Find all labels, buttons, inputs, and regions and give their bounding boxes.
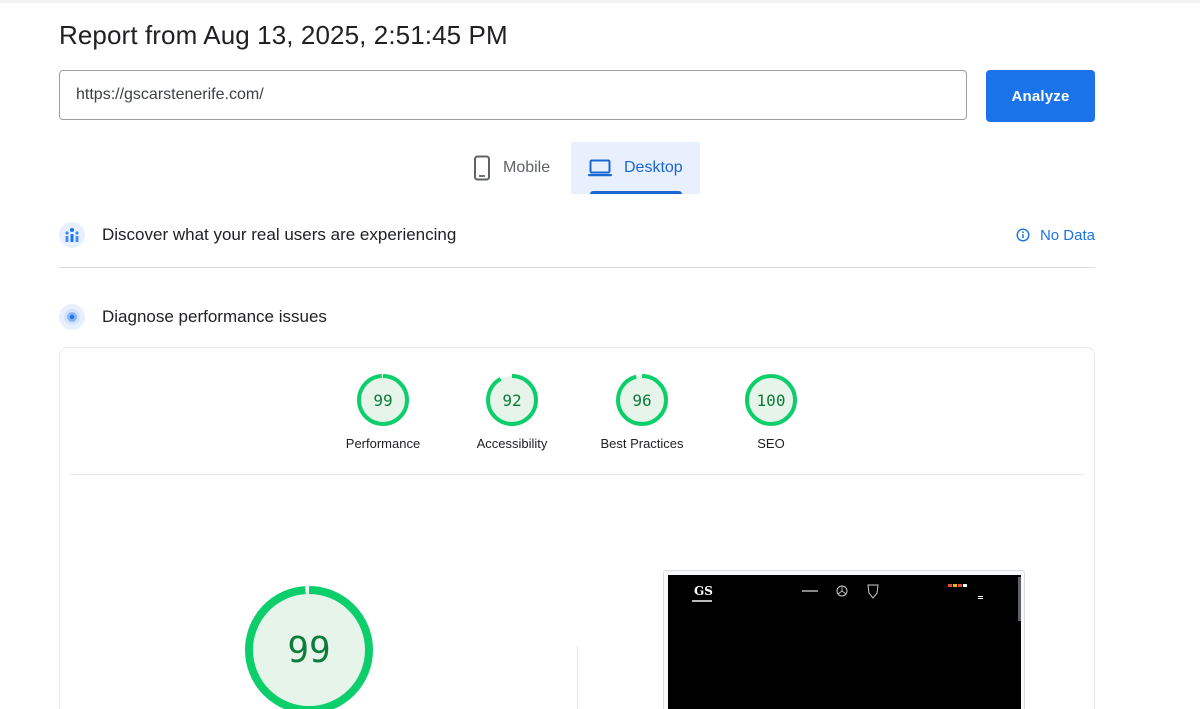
- gauge-ring: 99: [357, 374, 409, 426]
- card-divider: [69, 474, 1085, 475]
- tab-mobile-label: Mobile: [503, 159, 551, 176]
- gauge-label: Accessibility: [476, 436, 548, 451]
- gauge-best-practices[interactable]: 96 Best Practices: [587, 373, 697, 451]
- section-divider: [59, 267, 1095, 268]
- gauge-value: 100: [757, 391, 786, 410]
- laptop-icon: [588, 159, 612, 177]
- vertical-divider: [577, 646, 578, 709]
- users-chart-icon: [59, 222, 85, 248]
- gauge-label: SEO: [757, 436, 785, 451]
- device-tabs: Mobile Desktop: [455, 142, 700, 194]
- field-data-section: Discover what your real users are experi…: [59, 220, 1095, 250]
- field-data-title: Discover what your real users are experi…: [102, 225, 457, 244]
- page-screenshot: GS: [663, 570, 1025, 709]
- screenshot-scrollbar: [1018, 577, 1021, 621]
- main-score-gauge: 99: [245, 586, 373, 709]
- info-icon: [1016, 228, 1030, 242]
- no-data-link[interactable]: No Data: [1016, 227, 1095, 244]
- gauge-label: Performance: [345, 436, 421, 451]
- smartphone-icon: [473, 155, 491, 181]
- lab-data-section: Diagnose performance issues: [59, 302, 1095, 332]
- tab-desktop[interactable]: Desktop: [571, 142, 700, 194]
- lab-data-title: Diagnose performance issues: [102, 307, 327, 326]
- gauge-value: 96: [632, 391, 651, 410]
- screenshot-preview: GS: [668, 575, 1021, 709]
- gauge-ring: 92: [486, 374, 538, 426]
- gauge-value: 92: [502, 391, 521, 410]
- gauge-label: Best Practices: [600, 436, 684, 451]
- gauge-seo[interactable]: 100 SEO: [716, 373, 826, 451]
- svg-text:GS: GS: [694, 584, 713, 598]
- gauge-ring: 100: [745, 374, 797, 426]
- tab-desktop-label: Desktop: [624, 159, 683, 176]
- gauge-value: 99: [373, 391, 392, 410]
- gauge-accessibility[interactable]: 92 Accessibility: [457, 373, 567, 451]
- screenshot-thumbnail: GS: [692, 584, 983, 602]
- no-data-label: No Data: [1039, 226, 1095, 244]
- url-input[interactable]: https://gscarstenerife.com/: [59, 70, 967, 120]
- gauge-ring: 96: [616, 374, 668, 426]
- main-score-value: 99: [287, 630, 330, 671]
- gauge-performance[interactable]: 99 Performance: [328, 373, 438, 451]
- target-icon: [59, 304, 85, 330]
- analyze-button[interactable]: Analyze: [986, 70, 1095, 122]
- tab-mobile[interactable]: Mobile: [455, 142, 571, 194]
- report-title: Report from Aug 13, 2025, 2:51:45 PM: [59, 20, 508, 50]
- scores-card: 99 Performance 92 Accessibility 96 Best …: [59, 347, 1095, 709]
- top-rule: [0, 0, 1200, 3]
